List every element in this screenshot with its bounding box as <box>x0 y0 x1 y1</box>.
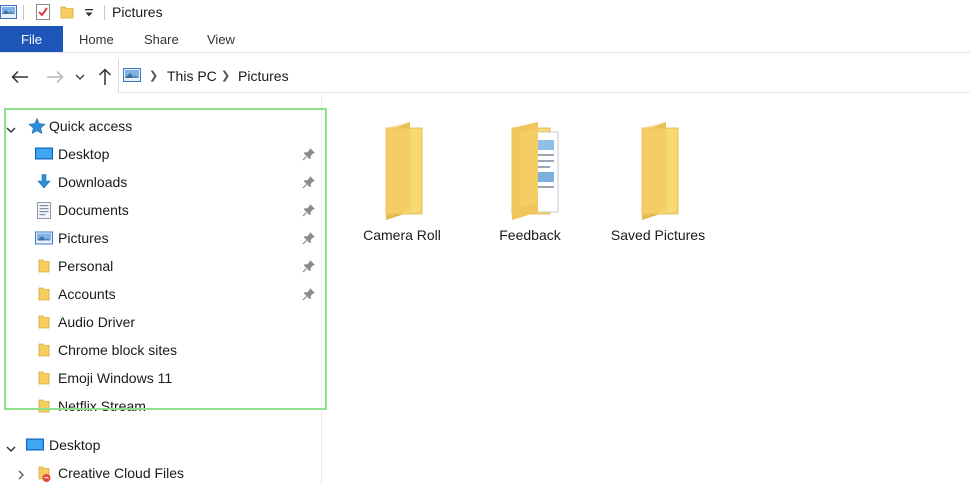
back-arrow-icon[interactable] <box>10 67 30 87</box>
sidebar-item-emoji-windows-11[interactable]: Emoji Windows 11 <box>0 365 320 391</box>
tab-home[interactable]: Home <box>79 32 114 47</box>
sidebar-item-label: Desktop <box>58 146 110 162</box>
address-bar[interactable]: ❯ This PC ❯ Pictures <box>118 59 970 93</box>
title-bar: Pictures <box>0 0 970 26</box>
sidebar-item-netflix-stream[interactable]: Netflix Stream <box>0 393 320 413</box>
documents-icon <box>36 202 54 219</box>
sidebar-item-label: Personal <box>58 258 114 274</box>
sidebar-item-chrome-block-sites[interactable]: Chrome block sites <box>0 337 320 363</box>
ribbon-tabs: File Home Share View <box>0 26 970 53</box>
window-title: Pictures <box>112 4 163 20</box>
sidebar-item-pictures[interactable]: Pictures <box>0 225 320 251</box>
folder-label: Saved Pictures <box>610 227 706 243</box>
toolbar-separator <box>23 5 24 20</box>
folder-icon <box>36 258 54 274</box>
desktop-icon <box>35 146 53 162</box>
collapse-chevron-icon[interactable] <box>17 467 25 480</box>
folder-label: Feedback <box>499 227 561 243</box>
sidebar-item-label: Quick access <box>49 118 133 134</box>
folder-icon <box>36 398 54 413</box>
sidebar-item-label: Emoji Windows 11 <box>58 370 173 386</box>
sidebar-item-label: Audio Driver <box>58 314 136 330</box>
pin-icon[interactable] <box>302 175 316 189</box>
sidebar-item-desktop[interactable]: Desktop <box>0 141 320 167</box>
folder-icon <box>36 342 54 358</box>
desktop-icon <box>26 437 44 453</box>
tab-view[interactable]: View <box>207 32 235 47</box>
pictures-icon <box>35 230 53 246</box>
breadcrumb-separator-icon[interactable]: ❯ <box>149 69 158 82</box>
sidebar-item-desktop-root[interactable]: Desktop <box>0 432 320 458</box>
pin-icon[interactable] <box>302 259 316 273</box>
expand-chevron-icon[interactable] <box>6 440 16 453</box>
sidebar-item-audio-driver[interactable]: Audio Driver <box>0 309 320 335</box>
breadcrumb-separator-icon[interactable]: ❯ <box>221 69 230 82</box>
navigation-pane: Quick access Desktop Downloads Documents <box>0 95 327 486</box>
properties-icon[interactable] <box>35 3 51 21</box>
star-icon <box>28 117 46 135</box>
recent-locations-chevron-icon[interactable] <box>73 67 87 87</box>
folder-feedback[interactable]: Feedback <box>470 120 590 245</box>
sidebar-item-downloads[interactable]: Downloads <box>0 169 320 195</box>
forward-arrow-icon[interactable] <box>45 67 65 87</box>
large-folder-with-files-icon <box>490 122 570 220</box>
sidebar-item-label: Desktop <box>49 437 101 453</box>
folder-icon <box>36 286 54 302</box>
sidebar-item-accounts[interactable]: Accounts <box>0 281 320 307</box>
folder-saved-pictures[interactable]: Saved Pictures <box>598 120 718 245</box>
pin-icon[interactable] <box>302 287 316 301</box>
sidebar-item-documents[interactable]: Documents <box>0 197 320 223</box>
expand-chevron-icon[interactable] <box>6 121 16 134</box>
sidebar-item-label: Downloads <box>58 174 128 190</box>
folder-content-area: Camera Roll Feedback Saved Pictures <box>322 95 970 485</box>
app-pictures-icon[interactable] <box>0 5 17 19</box>
sidebar-item-personal[interactable]: Personal <box>0 253 320 279</box>
sidebar-item-label: Pictures <box>58 230 109 246</box>
large-folder-icon <box>620 122 696 220</box>
sidebar-item-label: Accounts <box>58 286 116 302</box>
up-arrow-icon[interactable] <box>95 67 115 87</box>
pictures-location-icon <box>123 68 141 82</box>
new-folder-icon[interactable] <box>60 5 74 19</box>
large-folder-icon <box>364 122 440 220</box>
creative-cloud-folder-icon <box>36 465 54 482</box>
folder-label: Camera Roll <box>363 227 441 243</box>
toolbar-separator <box>104 5 105 20</box>
pin-icon[interactable] <box>302 203 316 217</box>
quick-access-section: Quick access Desktop Downloads Documents <box>0 95 321 413</box>
downloads-icon <box>35 174 53 190</box>
breadcrumb-pictures[interactable]: Pictures <box>238 68 289 84</box>
sidebar-item-label: Netflix Stream <box>58 398 146 413</box>
customize-toolbar-icon[interactable] <box>84 6 94 18</box>
sidebar-item-creative-cloud-files[interactable]: Creative Cloud Files <box>0 460 320 486</box>
pin-icon[interactable] <box>302 147 316 161</box>
tab-file[interactable]: File <box>0 26 63 52</box>
sidebar-item-label: Creative Cloud Files <box>58 465 185 481</box>
sidebar-item-quick-access[interactable]: Quick access <box>0 113 320 139</box>
folder-camera-roll[interactable]: Camera Roll <box>342 120 462 245</box>
tab-share[interactable]: Share <box>144 32 179 47</box>
pin-icon[interactable] <box>302 231 316 245</box>
folder-icon <box>36 314 54 330</box>
sidebar-item-label: Documents <box>58 202 129 218</box>
breadcrumb-this-pc[interactable]: This PC <box>167 68 217 84</box>
sidebar-item-label: Chrome block sites <box>58 342 178 358</box>
navigation-bar: ❯ This PC ❯ Pictures <box>0 58 970 94</box>
folder-icon <box>36 370 54 386</box>
